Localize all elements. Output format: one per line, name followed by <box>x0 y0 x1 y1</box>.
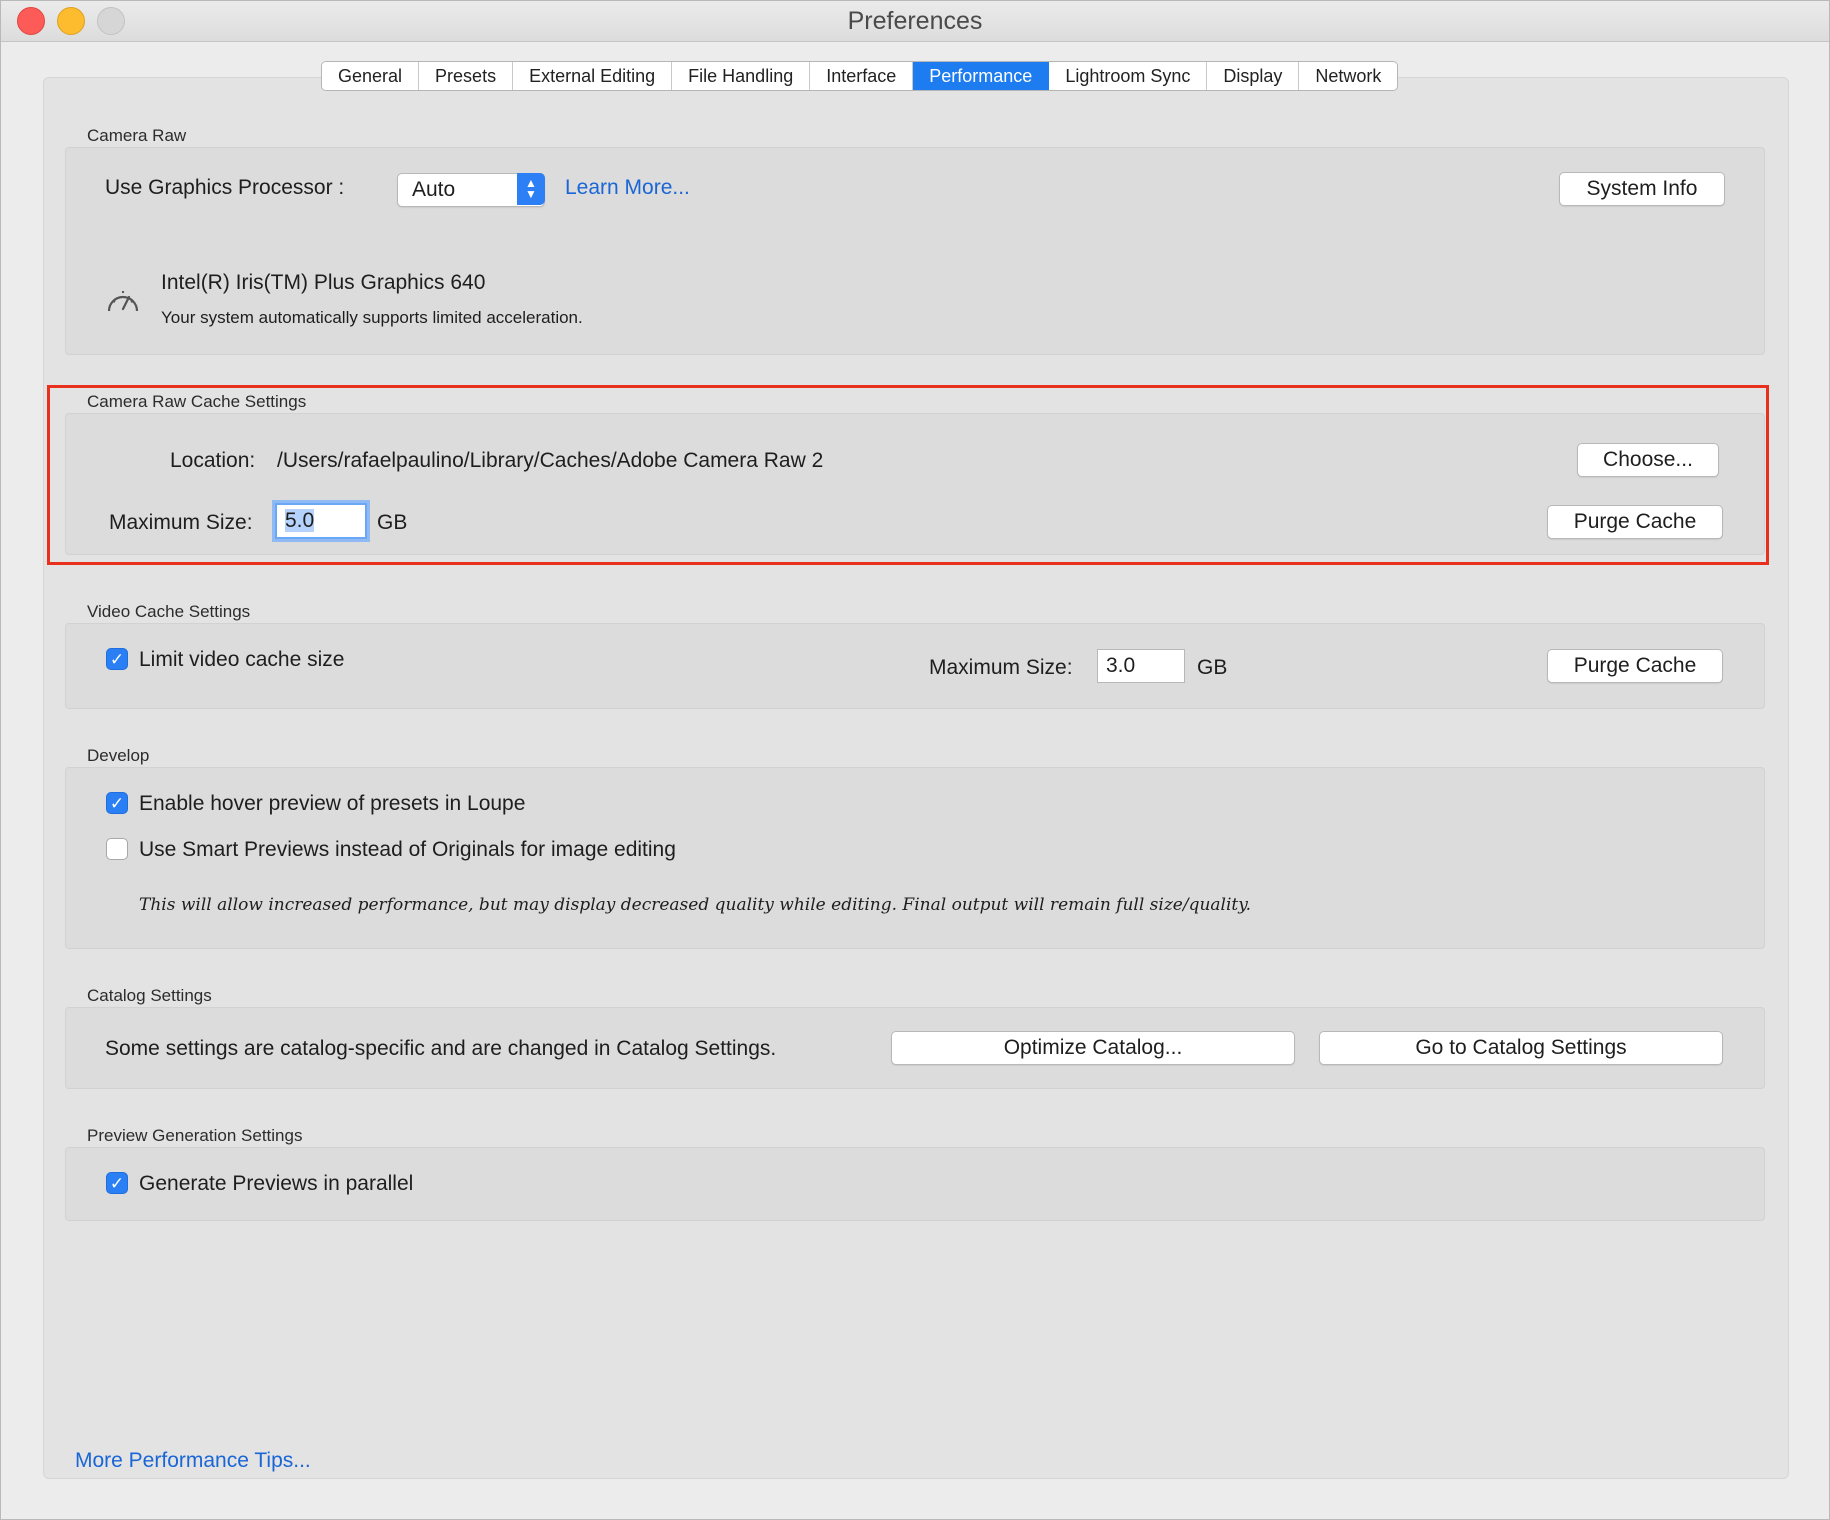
video-max-size-label: Maximum Size: <box>929 656 1073 679</box>
learn-more-link[interactable]: Learn More... <box>565 176 690 200</box>
more-performance-tips-link[interactable]: More Performance Tips... <box>75 1449 311 1473</box>
smart-previews-note: This will allow increased performance, b… <box>139 895 1252 915</box>
smart-previews-checkbox[interactable] <box>106 838 128 860</box>
raw-max-size-value: 5.0 <box>285 509 315 532</box>
tab-lightroom-sync[interactable]: Lightroom Sync <box>1049 62 1208 90</box>
hover-preview-checkbox[interactable]: ✓ <box>106 792 128 814</box>
checkmark-icon: ✓ <box>109 650 125 669</box>
raw-size-unit: GB <box>377 511 408 534</box>
preferences-window: Preferences General Presets External Edi… <box>0 0 1830 1520</box>
tab-performance[interactable]: Performance <box>913 62 1050 90</box>
limit-video-cache-checkbox[interactable]: ✓ <box>106 648 128 670</box>
video-cache-section-title: Video Cache Settings <box>87 602 251 621</box>
choose-location-button[interactable]: Choose... <box>1577 443 1719 477</box>
window-title: Preferences <box>847 7 983 35</box>
tab-network[interactable]: Network <box>1299 62 1398 90</box>
smart-previews-label: Use Smart Previews instead of Originals … <box>139 838 676 861</box>
preview-section-title: Preview Generation Settings <box>87 1126 303 1145</box>
gpu-name: Intel(R) Iris(TM) Plus Graphics 640 <box>161 271 486 294</box>
tab-display[interactable]: Display <box>1207 62 1300 90</box>
gpu-label: Use Graphics Processor : <box>105 176 345 199</box>
title-bar: Preferences <box>1 1 1829 42</box>
gpu-select[interactable]: Auto ▲ ▼ <box>397 173 545 207</box>
catalog-description: Some settings are catalog-specific and a… <box>105 1037 777 1060</box>
optimize-catalog-button[interactable]: Optimize Catalog... <box>891 1031 1295 1065</box>
checkmark-icon: ✓ <box>109 1174 125 1193</box>
video-max-size-value: 3.0 <box>1106 654 1136 677</box>
tab-interface[interactable]: Interface <box>810 62 914 90</box>
tab-external-editing[interactable]: External Editing <box>513 62 673 90</box>
location-label: Location: <box>170 449 256 472</box>
parallel-previews-label: Generate Previews in parallel <box>139 1172 414 1195</box>
limit-video-cache-label: Limit video cache size <box>139 648 345 671</box>
raw-cache-section-title: Camera Raw Cache Settings <box>87 392 307 411</box>
video-purge-cache-button[interactable]: Purge Cache <box>1547 649 1723 683</box>
video-max-size-input[interactable]: 3.0 <box>1097 649 1185 683</box>
parallel-previews-checkbox[interactable]: ✓ <box>106 1172 128 1194</box>
system-info-button[interactable]: System Info <box>1559 172 1725 206</box>
select-arrows-icon: ▲ ▼ <box>517 173 545 205</box>
tab-file-handling[interactable]: File Handling <box>672 62 811 90</box>
preferences-tabs: General Presets External Editing File Ha… <box>321 61 1399 91</box>
gauge-icon <box>107 291 139 312</box>
video-size-unit: GB <box>1197 656 1228 679</box>
gpu-select-value: Auto <box>412 178 456 201</box>
checkmark-icon: ✓ <box>109 794 125 813</box>
tab-presets[interactable]: Presets <box>419 62 514 90</box>
develop-section-title: Develop <box>87 746 150 765</box>
raw-max-size-label: Maximum Size: <box>109 511 253 534</box>
gpu-note: Your system automatically supports limit… <box>161 308 583 327</box>
location-value: /Users/rafaelpaulino/Library/Caches/Adob… <box>277 449 824 472</box>
camera-raw-section-title: Camera Raw <box>87 126 187 145</box>
tab-general[interactable]: General <box>322 62 420 90</box>
go-to-catalog-settings-button[interactable]: Go to Catalog Settings <box>1319 1031 1723 1065</box>
raw-max-size-input[interactable]: 5.0 <box>275 503 367 539</box>
catalog-section-title: Catalog Settings <box>87 986 212 1005</box>
hover-preview-label: Enable hover preview of presets in Loupe <box>139 792 526 815</box>
raw-purge-cache-button[interactable]: Purge Cache <box>1547 505 1723 539</box>
